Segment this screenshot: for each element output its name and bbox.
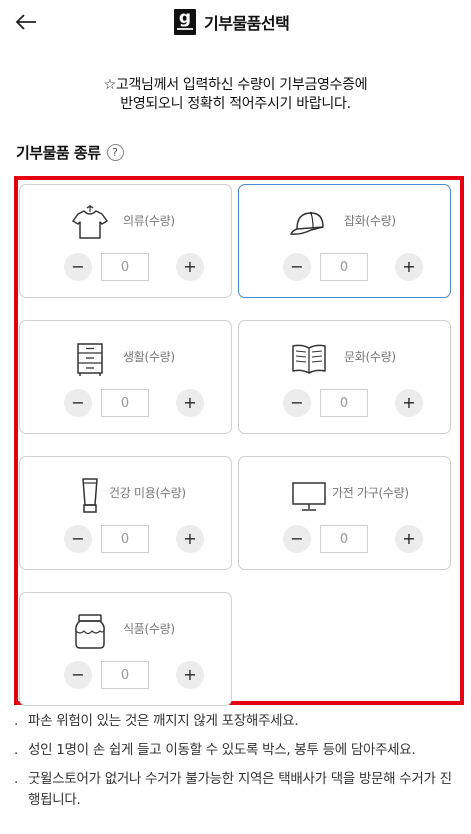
- quantity-input[interactable]: [101, 253, 149, 281]
- drawer-cabinet-icon: [77, 343, 103, 376]
- category-label: 식품(수량): [123, 622, 175, 636]
- increment-button[interactable]: +: [176, 389, 204, 417]
- page-title: 기부물품선택: [204, 14, 290, 33]
- note-text: 성인 1명이 손 쉽게 들고 이동할 수 있도록 박스, 봉투 등에 담아주세요…: [28, 742, 416, 758]
- quantity-input[interactable]: [320, 525, 368, 553]
- section-title: 기부물품 종류: [16, 144, 101, 162]
- quantity-stepper: − +: [64, 389, 204, 417]
- category-card-goods[interactable]: 잡화(수량) − +: [238, 184, 451, 298]
- increment-button[interactable]: +: [395, 389, 423, 417]
- note-item: . 파손 위험이 있는 것은 깨지지 않게 포장해주세요.: [14, 711, 459, 732]
- cosmetic-tube-icon: [82, 478, 98, 513]
- quantity-input[interactable]: [320, 253, 368, 281]
- tshirt-icon: [72, 205, 108, 239]
- quantity-stepper: − +: [64, 661, 204, 689]
- header: g 기부물품선택: [0, 0, 471, 44]
- category-label: 의류(수량): [123, 214, 175, 228]
- category-card-health-beauty[interactable]: 건강 미용(수량) − +: [19, 456, 232, 570]
- note-bullet: .: [14, 771, 18, 787]
- decrement-button[interactable]: −: [64, 661, 92, 689]
- category-label: 문화(수량): [344, 350, 396, 364]
- increment-button[interactable]: +: [395, 253, 423, 281]
- decrement-button[interactable]: −: [64, 525, 92, 553]
- category-section-header: 기부물품 종류 ?: [16, 142, 124, 163]
- increment-button[interactable]: +: [176, 661, 204, 689]
- category-label: 잡화(수량): [344, 214, 396, 228]
- quantity-stepper: − +: [283, 525, 423, 553]
- category-card-household[interactable]: 생활(수량) − +: [19, 320, 232, 434]
- monitor-icon: [292, 482, 326, 511]
- decrement-button[interactable]: −: [283, 389, 311, 417]
- decrement-button[interactable]: −: [283, 253, 311, 281]
- increment-button[interactable]: +: [176, 525, 204, 553]
- category-card-food[interactable]: 식품(수량) − +: [19, 592, 232, 706]
- decrement-button[interactable]: −: [283, 525, 311, 553]
- decrement-button[interactable]: −: [64, 253, 92, 281]
- quantity-input[interactable]: [101, 389, 149, 417]
- note-bullet: .: [14, 742, 18, 758]
- back-button[interactable]: [14, 11, 38, 33]
- category-label: 생활(수량): [123, 350, 175, 364]
- notice-line-2: 반영되오니 정확히 적어주시기 바랍니다.: [120, 96, 351, 112]
- quantity-stepper: − +: [64, 525, 204, 553]
- decrement-button[interactable]: −: [64, 389, 92, 417]
- quantity-input[interactable]: [320, 389, 368, 417]
- cap-icon: [290, 211, 324, 235]
- quantity-stepper: − +: [64, 253, 204, 281]
- category-label: 가전 가구(수량): [332, 486, 409, 500]
- note-item: . 굿윌스토어가 없거나 수거가 불가능한 지역은 택배사가 댁을 방문해 수거…: [14, 769, 459, 811]
- quantity-input[interactable]: [101, 525, 149, 553]
- note-text: 파손 위험이 있는 것은 깨지지 않게 포장해주세요.: [28, 713, 299, 729]
- quantity-stepper: − +: [283, 253, 423, 281]
- note-item: . 성인 1명이 손 쉽게 들고 이동할 수 있도록 박스, 봉투 등에 담아주…: [14, 740, 459, 761]
- book-icon: [292, 344, 326, 374]
- help-icon[interactable]: ?: [106, 144, 124, 161]
- quantity-notice: ☆고객님께서 입력하신 수량이 기부금영수증에 반영되오니 정확히 적어주시기 …: [0, 76, 471, 114]
- category-label: 건강 미용(수량): [109, 486, 186, 500]
- category-card-clothing[interactable]: 의류(수량) − +: [19, 184, 232, 298]
- notice-line-1: ☆고객님께서 입력하신 수량이 기부금영수증에: [103, 77, 368, 93]
- quantity-input[interactable]: [101, 661, 149, 689]
- quantity-stepper: − +: [283, 389, 423, 417]
- note-text: 굿윌스토어가 없거나 수거가 불가능한 지역은 택배사가 댁을 방문해 수거가 …: [28, 771, 452, 808]
- arrow-left-icon[interactable]: [14, 11, 38, 33]
- category-card-culture[interactable]: 문화(수량) − +: [238, 320, 451, 434]
- increment-button[interactable]: +: [176, 253, 204, 281]
- header-title-group: g 기부물품선택: [174, 9, 290, 35]
- increment-button[interactable]: +: [395, 525, 423, 553]
- jar-icon: [75, 614, 105, 649]
- goodwill-logo-icon: g: [174, 9, 196, 35]
- category-card-appliance-furniture[interactable]: 가전 가구(수량) − +: [238, 456, 451, 570]
- note-bullet: .: [14, 713, 18, 729]
- packing-notes: . 파손 위험이 있는 것은 깨지지 않게 포장해주세요. . 성인 1명이 손…: [14, 711, 459, 819]
